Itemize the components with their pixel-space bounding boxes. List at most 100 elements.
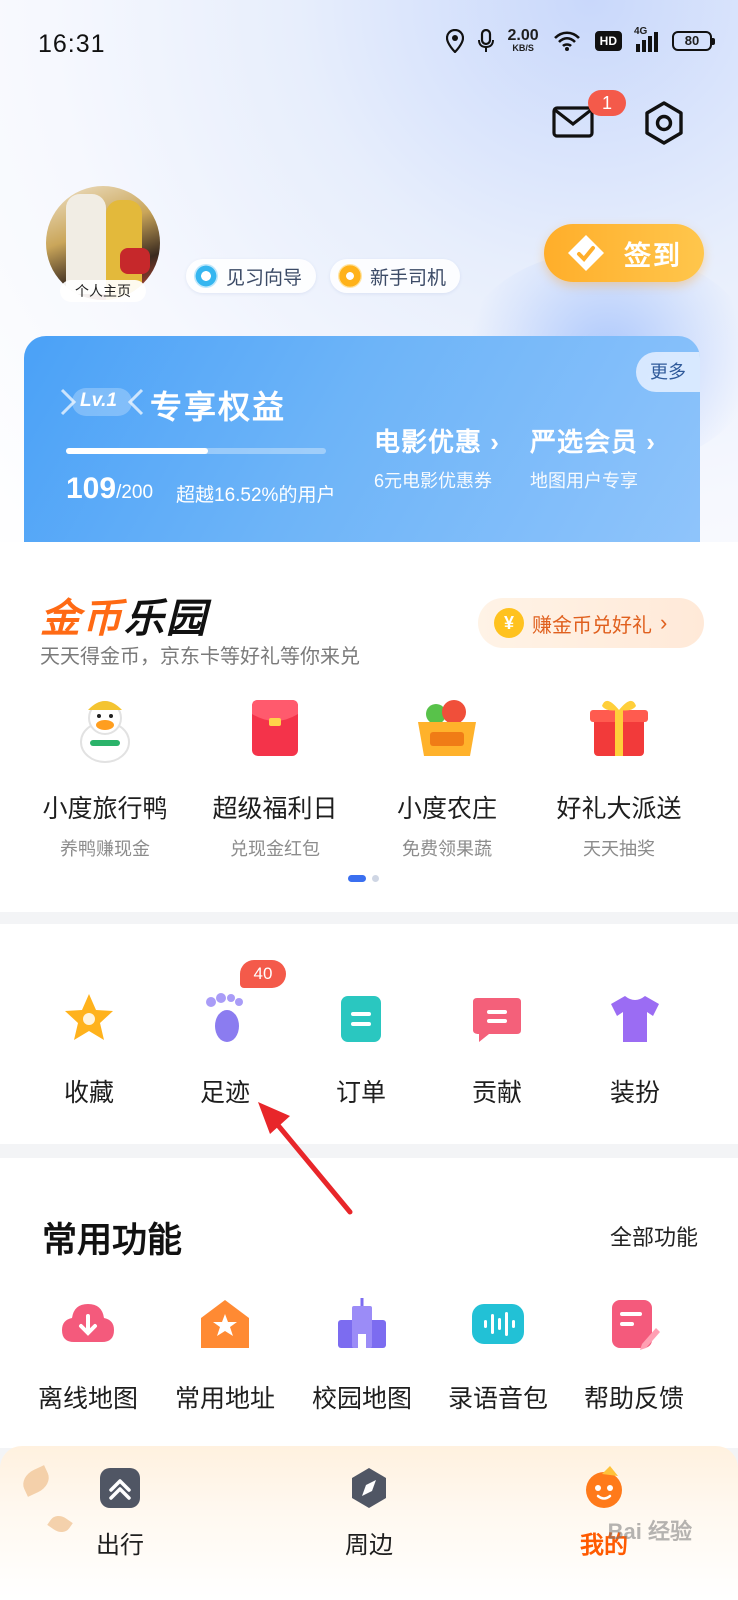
redeem-label: 赚金币兑好礼: [532, 614, 652, 637]
calendar-check-icon: [568, 235, 604, 271]
perk-movie[interactable]: 电影优惠 › 6元电影优惠券: [374, 422, 500, 493]
common-features-section: 常用功能 全部功能 离线地图 常用地址 校园地图 录语音包 帮助反馈: [0, 1158, 738, 1448]
signal-icon: 4G: [634, 26, 658, 52]
level-progress-bar: [66, 448, 326, 454]
speed-unit: KB/S: [512, 43, 534, 53]
checkin-button[interactable]: 签到: [544, 224, 704, 282]
game-name: 好礼大派送: [556, 795, 682, 823]
feature-label: 离线地图: [37, 1385, 138, 1413]
coin-park-section: 金币乐园 天天得金币，京东卡等好礼等你来兑 ¥ 赚金币兑好礼 › 小度旅行鸭 养…: [0, 542, 738, 912]
redeem-button[interactable]: ¥ 赚金币兑好礼 ›: [478, 598, 704, 648]
quick-actions: 收藏 足迹 40 订单 贡献 装扮: [0, 924, 738, 1144]
surpass-text: 超越16.52%的用户: [176, 485, 336, 506]
perk-title: 电影优惠: [374, 427, 483, 457]
quick-orders[interactable]: 订单: [306, 990, 416, 1109]
more-button[interactable]: 更多: [636, 352, 700, 392]
coin-park-subtitle: 天天得金币，京东卡等好礼等你来兑: [40, 646, 360, 668]
coin-park-title-part1: 金币: [40, 597, 124, 641]
feedback-edit-icon: [612, 1300, 660, 1350]
game-name: 超级福利日: [212, 795, 338, 823]
game-name: 小度农庄: [396, 795, 497, 823]
game-desc: 天天抽奖: [583, 839, 655, 859]
tag-label: 见习向导: [226, 267, 303, 289]
quick-favorites[interactable]: 收藏: [34, 990, 144, 1109]
tag-label: 新手司机: [370, 267, 447, 289]
game-name: 小度旅行鸭: [42, 795, 168, 823]
location-icon: [445, 28, 464, 53]
perk-membership[interactable]: 严选会员 › 地图用户专享: [530, 422, 656, 493]
feature-label: 帮助反馈: [583, 1385, 684, 1413]
feature-label: 校园地图: [311, 1385, 412, 1413]
feature-record-voice[interactable]: 录语音包: [430, 1296, 566, 1415]
game-super-welfare-day[interactable]: 超级福利日 兑现金红包: [190, 692, 360, 861]
nav-travel[interactable]: 出行: [60, 1466, 180, 1560]
nav-label: 周边: [345, 1532, 393, 1559]
network-type: 4G: [634, 25, 648, 37]
fruit-basket-icon: [418, 700, 476, 756]
duck-icon: [80, 701, 130, 763]
mascot-icon: [586, 1466, 622, 1508]
tshirt-icon: [611, 996, 659, 1042]
tag-intern-guide[interactable]: 见习向导: [186, 259, 317, 293]
quick-label: 贡献: [471, 1079, 522, 1107]
status-icons: 2.00 KB/S HD 4G 80: [445, 26, 715, 53]
eye-badge-icon: [194, 264, 218, 288]
order-icon: [341, 996, 381, 1042]
feature-campus-map[interactable]: 校园地图: [294, 1296, 430, 1415]
status-bar: 16:31 2.00 KB/S HD 4G 80: [0, 0, 738, 90]
profile-home-link[interactable]: 个人主页: [60, 280, 146, 302]
checkin-label: 签到: [624, 240, 682, 271]
score: 109/200: [66, 472, 153, 506]
speed-value: 2.00: [507, 27, 539, 44]
microphone-icon: [477, 28, 494, 52]
annotation-arrow: [258, 1102, 353, 1215]
coin-park-title-part2: 乐园: [124, 597, 208, 641]
quick-label: 装扮: [609, 1079, 660, 1107]
coin-icon: ¥: [494, 608, 524, 638]
benefits-title: 专享权益: [150, 389, 287, 425]
mail-icon[interactable]: [552, 104, 594, 140]
feature-offline-map[interactable]: 离线地图: [20, 1296, 156, 1415]
game-desc: 兑现金红包: [230, 839, 320, 859]
carousel-indicator: [348, 875, 379, 882]
game-gift-giveaway[interactable]: 好礼大派送 天天抽奖: [534, 692, 704, 861]
nav-nearby[interactable]: 周边: [309, 1466, 429, 1560]
gift-box-icon: [590, 700, 648, 756]
quick-footprints[interactable]: 足迹: [170, 990, 280, 1109]
quick-dressup[interactable]: 装扮: [580, 990, 690, 1109]
bottom-navigation: 出行 周边 我的 Bai 经验: [0, 1446, 738, 1600]
quick-contribution[interactable]: 贡献: [442, 990, 552, 1109]
compass-icon: [352, 1468, 386, 1508]
perk-desc: 6元电影优惠券: [374, 471, 493, 491]
red-envelope-icon: [252, 700, 298, 756]
nav-label: 出行: [96, 1532, 144, 1559]
perk-title: 严选会员: [530, 427, 639, 457]
footprint-icon: [206, 993, 243, 1042]
wifi-icon: [553, 30, 580, 51]
feature-common-address[interactable]: 常用地址: [157, 1296, 293, 1415]
game-desc: 免费领果蔬: [402, 839, 492, 859]
score-value: 109: [66, 472, 117, 505]
voice-wave-icon: [472, 1304, 524, 1344]
cloud-download-icon: [62, 1304, 114, 1342]
game-xiaodu-farm[interactable]: 小度农庄 免费领果蔬: [362, 692, 532, 861]
settings-icon[interactable]: [642, 100, 686, 146]
leaf-decoration: [18, 1465, 54, 1497]
perk-desc: 地图用户专享: [530, 471, 638, 491]
score-total: /200: [116, 482, 154, 503]
watermark: Bai 经验: [607, 1519, 692, 1544]
game-travel-duck[interactable]: 小度旅行鸭 养鸭赚现金: [20, 692, 190, 861]
quick-label: 收藏: [63, 1079, 114, 1107]
common-features-title: 常用功能: [42, 1221, 183, 1260]
star-icon: [65, 994, 113, 1040]
all-features-link[interactable]: 全部功能: [610, 1220, 698, 1252]
coin-park-title: 金币乐园: [40, 586, 208, 644]
tag-new-driver[interactable]: 新手司机: [330, 259, 461, 293]
battery-indicator: 80: [672, 30, 715, 51]
level-label: Lv.1: [80, 390, 117, 411]
hd-indicator: HD: [594, 30, 622, 51]
benefits-card[interactable]: 更多 Lv.1 专享权益 109/200 超越16.52%的用户 电影优惠 › …: [24, 336, 700, 546]
network-speed: 2.00 KB/S: [508, 28, 539, 53]
feature-label: 常用地址: [174, 1385, 275, 1413]
feature-help-feedback[interactable]: 帮助反馈: [566, 1296, 702, 1415]
